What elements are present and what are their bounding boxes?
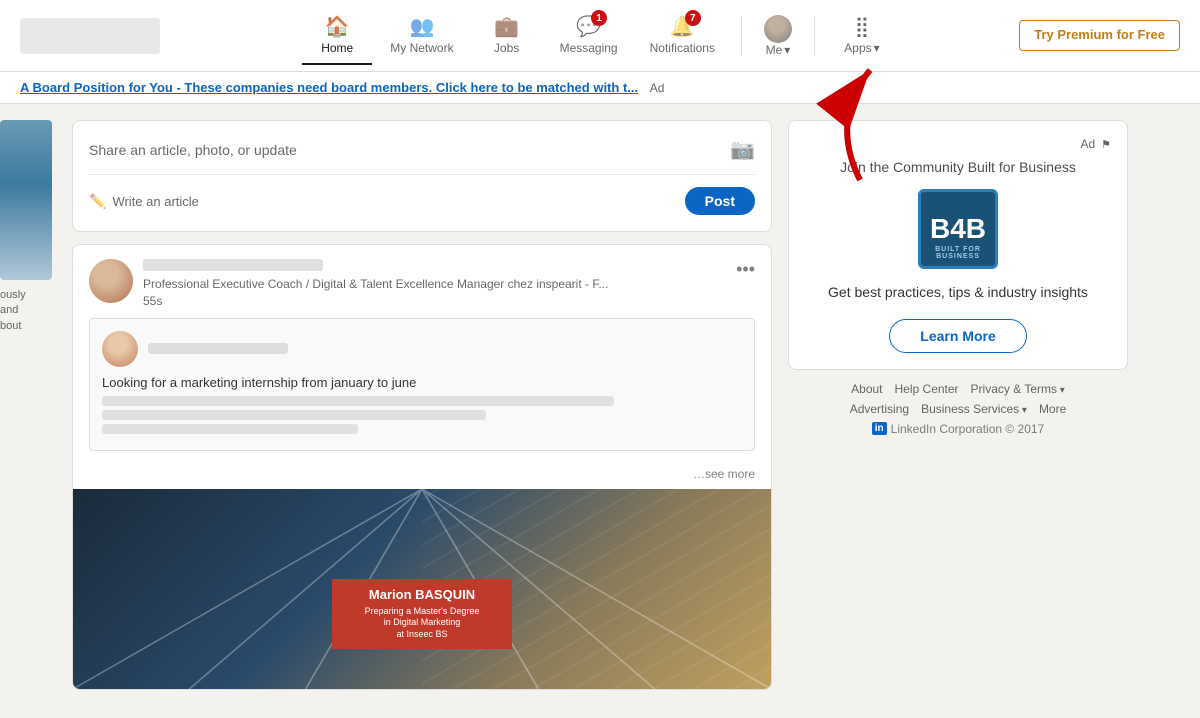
premium-section: Try Premium for Free — [1019, 20, 1180, 51]
camera-icon[interactable]: 📷 — [730, 137, 755, 162]
footer-links: About Help Center Privacy & Terms Advert… — [788, 382, 1128, 436]
nav-item-messaging[interactable]: 💬 1 Messaging — [546, 6, 632, 65]
post-button[interactable]: Post — [685, 187, 755, 215]
nav-item-me[interactable]: Me ▾ — [754, 7, 802, 65]
linkedin-in-logo: in — [872, 422, 887, 435]
ad-card-title: Join the Community Built for Business — [805, 159, 1111, 175]
nav-divider-2 — [814, 16, 815, 56]
write-article-label: Write an article — [112, 194, 198, 209]
post-avatar — [89, 259, 133, 303]
share-placeholder[interactable]: Share an article, photo, or update — [89, 142, 297, 158]
nav-item-network[interactable]: 👥 My Network — [376, 6, 467, 65]
b4b-logo: B4B BUILT FOR BUSINESS — [918, 189, 998, 269]
footer-row-2: Advertising Business Services More — [792, 402, 1124, 416]
notifications-icon: 🔔 7 — [670, 14, 695, 39]
ad-card-header: Ad ⚑ — [805, 137, 1111, 151]
nav-item-home[interactable]: 🏠 Home — [302, 6, 372, 65]
footer-link-more[interactable]: More — [1039, 402, 1066, 416]
linkedin-logo — [20, 18, 160, 54]
premium-button[interactable]: Try Premium for Free — [1019, 20, 1180, 51]
pencil-icon: ✏️ — [89, 193, 106, 210]
nav-item-apps[interactable]: ⣿ Apps ▾ — [827, 6, 897, 65]
banner-name: Marion BASQUIN — [344, 587, 500, 602]
footer-row-1: About Help Center Privacy & Terms — [792, 382, 1124, 396]
nav-item-jobs[interactable]: 💼 Jobs — [472, 6, 542, 65]
post-more-button[interactable]: ••• — [736, 259, 755, 280]
shared-post: Looking for a marketing internship from … — [89, 318, 755, 451]
nav-label-home: Home — [321, 41, 353, 55]
shared-post-header — [102, 331, 742, 367]
write-article-link[interactable]: ✏️ Write an article — [89, 193, 677, 210]
navbar: 🏠 Home 👥 My Network 💼 Jobs 💬 1 Messaging… — [0, 0, 1200, 72]
shared-avatar — [102, 331, 138, 367]
ad-banner: A Board Position for You - These compani… — [0, 72, 1200, 104]
post-info: Professional Executive Coach / Digital &… — [143, 259, 726, 310]
nav-items: 🏠 Home 👥 My Network 💼 Jobs 💬 1 Messaging… — [180, 6, 1019, 65]
banner-desc: Preparing a Master's Degreein Digital Ma… — [344, 606, 500, 641]
footer-link-help[interactable]: Help Center — [895, 382, 959, 396]
jobs-icon: 💼 — [494, 14, 519, 39]
footer-copyright: in LinkedIn Corporation © 2017 — [792, 422, 1124, 436]
nav-label-messaging: Messaging — [560, 41, 618, 55]
sidebar-text: ously and bout — [0, 288, 56, 334]
messaging-badge: 1 — [591, 10, 607, 26]
blur-line-2 — [102, 410, 486, 420]
ad-banner-label: Ad — [650, 81, 665, 95]
ad-card-description: Get best practices, tips & industry insi… — [805, 283, 1111, 303]
avatar — [764, 15, 792, 43]
shared-post-text: Looking for a marketing internship from … — [102, 375, 742, 390]
blur-line-3 — [102, 424, 358, 434]
ad-flag-icon[interactable]: ⚑ — [1101, 138, 1111, 151]
post-image: Marion BASQUIN Preparing a Master's Degr… — [73, 489, 771, 689]
shared-blur-lines — [102, 396, 742, 434]
post-name-blurred — [143, 259, 323, 271]
chevron-down-icon-apps: ▾ — [874, 41, 880, 55]
post-avatar-image — [89, 259, 133, 303]
notifications-badge: 7 — [685, 10, 701, 26]
share-bottom: ✏️ Write an article Post — [89, 174, 755, 215]
left-sidebar-image — [0, 120, 52, 280]
nav-label-jobs: Jobs — [494, 41, 519, 55]
left-sidebar: ously and bout — [0, 120, 56, 702]
nav-label-notifications: Notifications — [650, 41, 715, 55]
nav-divider — [741, 16, 742, 56]
footer-link-advertising[interactable]: Advertising — [850, 402, 909, 416]
ad-card-label: Ad — [1080, 137, 1095, 151]
messaging-icon: 💬 1 — [576, 14, 601, 39]
banner-sign: Marion BASQUIN Preparing a Master's Degr… — [332, 579, 512, 649]
blur-line-1 — [102, 396, 614, 406]
nav-item-notifications[interactable]: 🔔 7 Notifications — [636, 6, 729, 65]
learn-more-button[interactable]: Learn More — [889, 319, 1026, 353]
footer-link-privacy[interactable]: Privacy & Terms — [971, 382, 1065, 396]
network-icon: 👥 — [409, 14, 434, 39]
shared-name-blurred — [148, 343, 288, 354]
nav-label-network: My Network — [390, 41, 453, 55]
me-label: Me ▾ — [766, 43, 791, 57]
post-meta: Professional Executive Coach / Digital &… — [143, 276, 726, 310]
ad-banner-link[interactable]: A Board Position for You - These compani… — [20, 80, 638, 95]
right-sidebar: Ad ⚑ Join the Community Built for Busine… — [788, 120, 1128, 702]
home-icon: 🏠 — [325, 14, 350, 39]
chevron-down-icon: ▾ — [784, 43, 790, 57]
footer-link-business[interactable]: Business Services — [921, 402, 1027, 416]
share-top: Share an article, photo, or update 📷 — [89, 137, 755, 162]
copyright-text: LinkedIn Corporation © 2017 — [891, 422, 1045, 436]
footer-link-about[interactable]: About — [851, 382, 882, 396]
post-header: Professional Executive Coach / Digital &… — [73, 245, 771, 318]
share-box: Share an article, photo, or update 📷 ✏️ … — [72, 120, 772, 232]
apps-icon: ⣿ — [855, 14, 870, 39]
post-card: Professional Executive Coach / Digital &… — [72, 244, 772, 690]
feed: Share an article, photo, or update 📷 ✏️ … — [72, 120, 772, 702]
see-more-link[interactable]: …see more — [73, 463, 771, 489]
ad-card: Ad ⚑ Join the Community Built for Busine… — [788, 120, 1128, 370]
